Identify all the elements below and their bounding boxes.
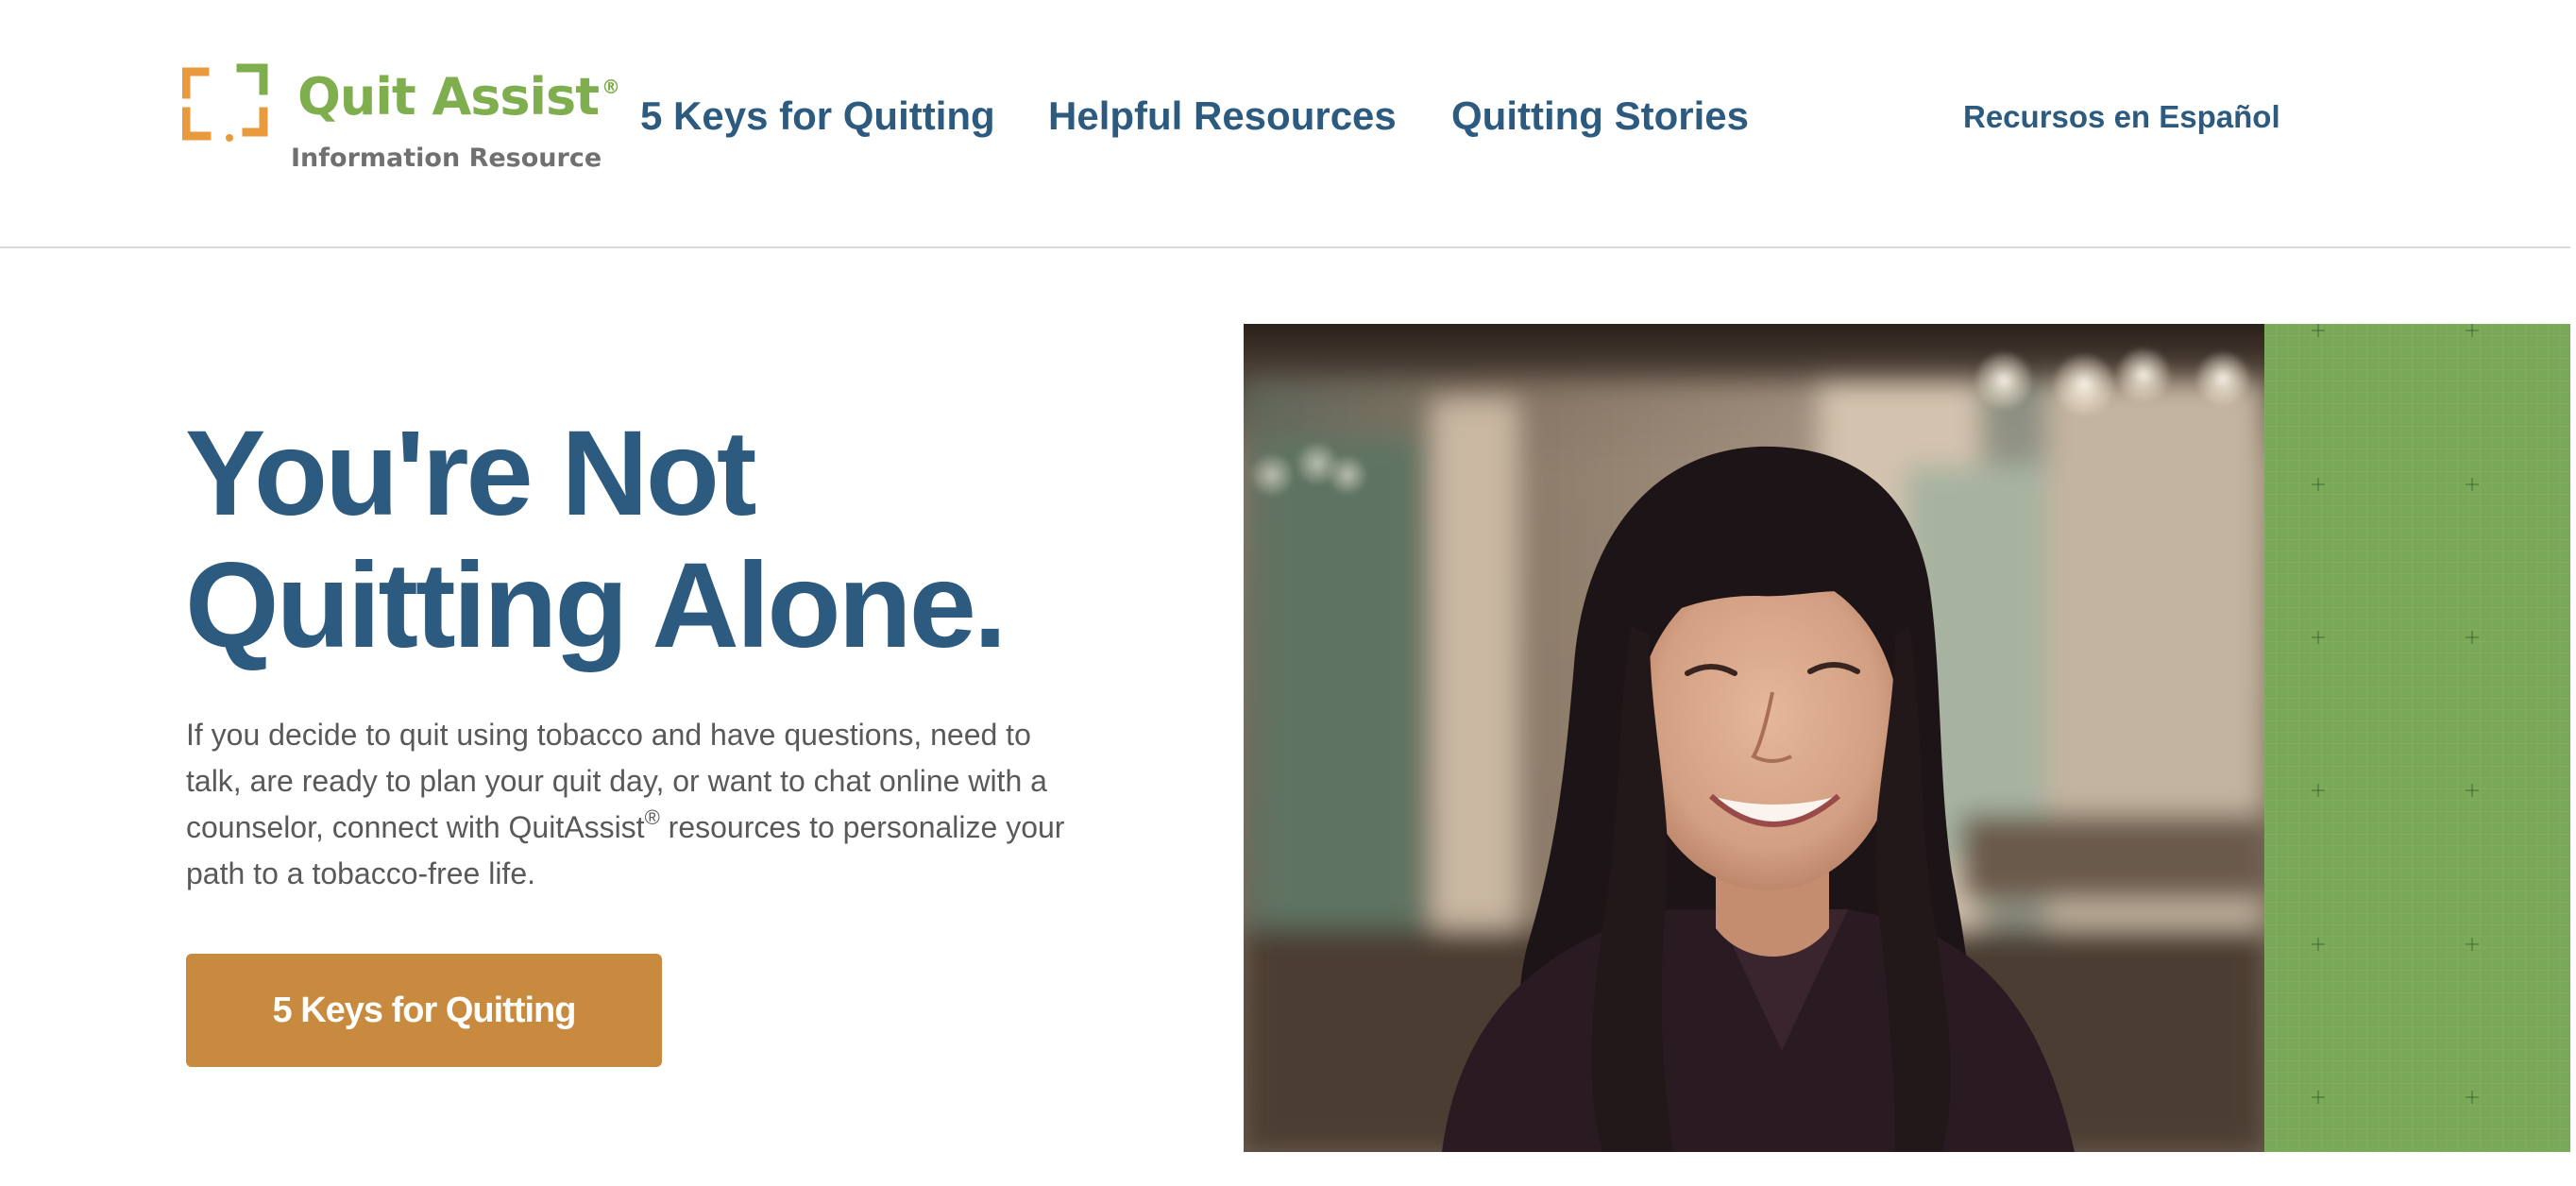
plus-mark-icon [2466,784,2479,797]
smiling-woman-photo-icon [1244,324,2264,1152]
nav-quitting-stories[interactable]: Quitting Stories [1451,93,1749,140]
hero-title-line-2: Quitting Alone. [185,538,1007,673]
green-decorative-panel [2264,324,2570,1152]
site-header: Quit Assist ® Information Resource 5 Keys… [0,0,2570,248]
logo-bracket-icon [182,63,268,142]
plus-mark-icon [2466,324,2479,337]
plus-mark-icon [2312,324,2325,337]
logo-wordmark: Quit Assist ® [297,67,620,127]
nav-helpful-resources[interactable]: Helpful Resources [1048,93,1397,140]
plus-mark-icon [2466,938,2479,951]
plus-mark-icon [2312,938,2325,951]
nav-5-keys[interactable]: 5 Keys for Quitting [640,93,995,140]
cta-5-keys-button[interactable]: 5 Keys for Quitting [186,954,662,1067]
hero-photo [1244,324,2264,1152]
logo-tagline: Information Resource [291,144,602,173]
plus-mark-icon [2312,784,2325,797]
hero-title-line-1: You're Not [185,406,757,541]
plus-mark-icon [2466,478,2479,491]
plus-mark-icon [2312,478,2325,491]
plus-mark-icon [2312,1091,2325,1104]
plus-mark-icon [2466,1091,2479,1104]
quitassist-logo[interactable]: Quit Assist ® Information Resource [182,59,620,179]
plus-mark-icon [2312,631,2325,644]
hero-title: You're Not Quitting Alone. [185,408,1224,672]
nav-spanish-resources[interactable]: Recursos en Español [1963,98,2280,136]
plus-mark-icon [2466,631,2479,644]
hero-description: If you decide to quit using tobacco and … [186,718,1065,890]
